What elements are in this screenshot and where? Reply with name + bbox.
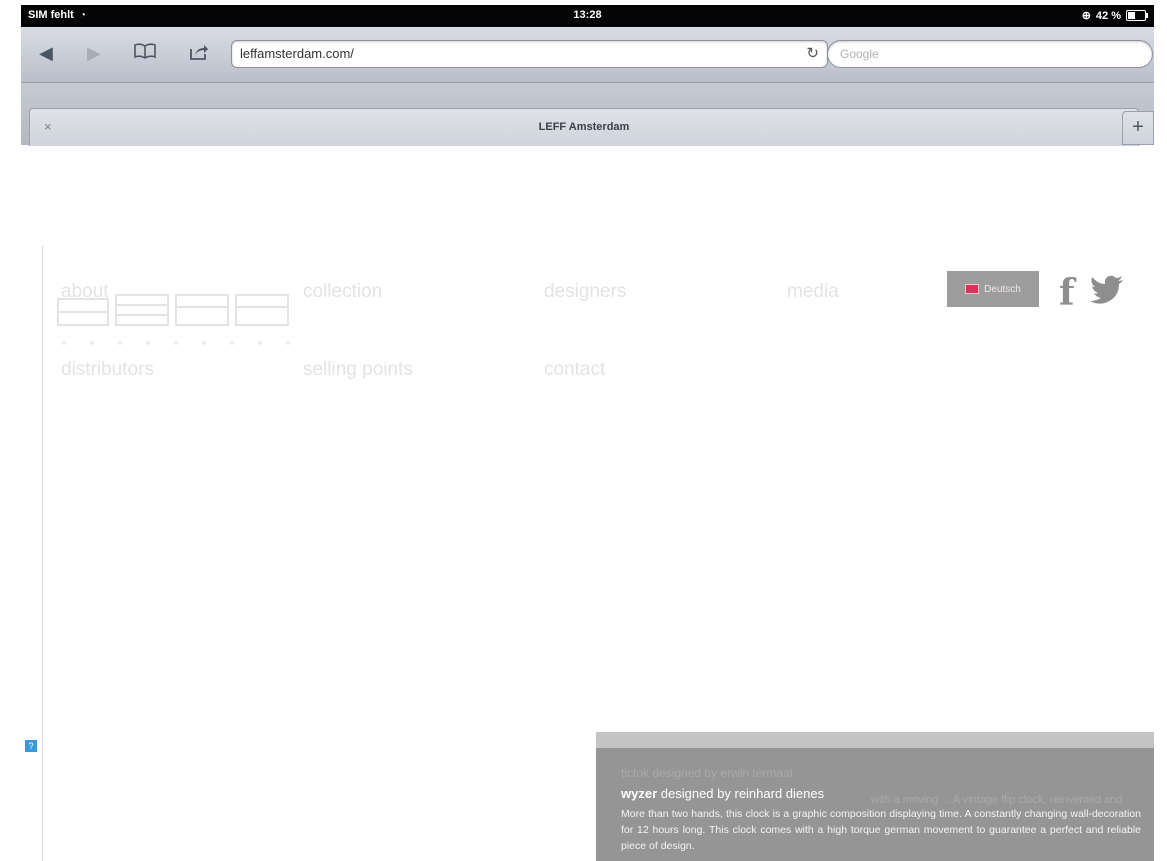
new-tab-button[interactable]: + — [1122, 111, 1154, 145]
search-field[interactable] — [827, 40, 1153, 68]
search-input[interactable] — [838, 46, 1132, 62]
nav-designers[interactable]: designers — [544, 281, 626, 303]
language-button[interactable]: Deutsch — [947, 271, 1039, 307]
url-field[interactable]: leffamsterdam.com/ ↻ — [231, 40, 828, 68]
forward-arrow-icon[interactable]: ▶ — [87, 43, 101, 63]
language-label: Deutsch — [984, 283, 1021, 295]
share-icon[interactable] — [189, 43, 209, 65]
battery-percent: 42 % — [1095, 9, 1121, 22]
twitter-icon[interactable] — [1089, 274, 1125, 304]
web-page: ? about collection designers media distr… — [21, 146, 1154, 861]
browser-toolbar: ◀ ▶ leffamsterdam.com/ ↻ — [21, 27, 1154, 83]
url-text: leffamsterdam.com/ — [240, 46, 354, 61]
nav-contact[interactable]: contact — [544, 359, 605, 381]
previous-product-title: tictok designed by erwin termaat — [621, 766, 794, 780]
product-designer: designed by reinhard dienes — [660, 786, 825, 801]
flag-icon — [965, 284, 980, 294]
tab-bar: × LEFF Amsterdam + — [21, 83, 1154, 146]
facebook-icon[interactable]: f — [1059, 272, 1075, 314]
tab-title: LEFF Amsterdam — [538, 121, 630, 133]
previous-product-text: with a moving ... A vintage flip clock, … — [871, 794, 1123, 806]
status-bar: SIM fehlt ◔ 13:28 ⊕ 42 % — [21, 5, 1154, 27]
left-frame: ? — [21, 246, 43, 861]
product-info-panel: tictok designed by erwin termaat with a … — [596, 732, 1154, 861]
back-arrow-icon[interactable]: ◀ — [39, 43, 53, 63]
bookmarks-icon[interactable] — [134, 43, 156, 65]
nav-selling-points[interactable]: selling points — [303, 359, 413, 381]
help-badge[interactable]: ? — [25, 740, 37, 752]
product-description: More than two hands, this clock is a gra… — [621, 808, 1141, 852]
nav-about[interactable]: about — [61, 281, 109, 303]
clock: 13:28 — [573, 9, 602, 21]
battery-icon — [1126, 10, 1148, 21]
reload-icon[interactable]: ↻ — [806, 44, 819, 62]
product-title[interactable]: wyzer designed by reinhard dienes — [621, 786, 824, 801]
orientation-lock-icon: ⊕ — [1081, 10, 1091, 22]
nav-collection[interactable]: collection — [303, 281, 382, 303]
nav-distributors[interactable]: distributors — [61, 359, 154, 381]
product-name: wyzer — [621, 786, 658, 801]
nav-media[interactable]: media — [787, 281, 839, 303]
tab-leff-amsterdam[interactable]: × LEFF Amsterdam — [29, 108, 1139, 146]
panel-header-strip — [596, 732, 1154, 748]
